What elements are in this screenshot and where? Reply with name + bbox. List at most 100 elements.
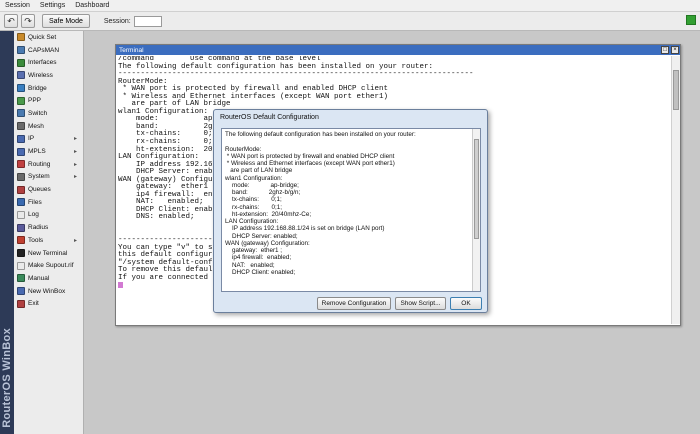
sidebar: Quick Set CAPsMAN Interfaces Wireless Bridge… bbox=[14, 31, 84, 434]
dialog-line: ht-extension: 20/40mhz-Ce; bbox=[225, 210, 312, 218]
sidebar-item-radius[interactable]: Radius bbox=[14, 221, 83, 234]
queues-icon bbox=[17, 185, 25, 194]
switch-icon bbox=[17, 109, 25, 118]
sidebar-item-routing[interactable]: Routing ▸ bbox=[14, 158, 83, 171]
sidebar-item-new-terminal[interactable]: New Terminal bbox=[14, 247, 83, 260]
sidebar-item-quick-set[interactable]: Quick Set bbox=[14, 31, 83, 44]
terminal-icon bbox=[17, 249, 25, 258]
dialog-line: * WAN port is protected by firewall and … bbox=[225, 152, 395, 160]
dialog-line: LAN Configuration: bbox=[225, 218, 279, 225]
dialog-line: RouterMode: bbox=[225, 145, 262, 153]
sidebar-item-wireless[interactable]: Wireless bbox=[14, 69, 83, 82]
dialog-line: * Wireless and Ethernet interfaces (exce… bbox=[225, 160, 395, 167]
dialog-line: band: 2ghz-b/g/n; bbox=[225, 189, 301, 196]
sidebar-item-label: System bbox=[28, 173, 50, 181]
submenu-arrow-icon: ▸ bbox=[73, 174, 77, 181]
dialog-line: tx-chains: 0;1; bbox=[225, 196, 282, 204]
sidebar-item-label: Bridge bbox=[28, 84, 47, 92]
sidebar-item-files[interactable]: Files bbox=[14, 196, 83, 209]
menu-settings[interactable]: Settings bbox=[35, 0, 70, 12]
dialog-line: DHCP Server: enabled; bbox=[225, 232, 298, 240]
sidebar-item-interfaces[interactable]: Interfaces bbox=[14, 56, 83, 69]
close-icon: × bbox=[673, 47, 677, 53]
sidebar-item-make-supout-rif[interactable]: Make Supout.rif bbox=[14, 259, 83, 272]
sidebar-item-label: Log bbox=[28, 211, 39, 219]
sidebar-item-label: Radius bbox=[28, 224, 49, 232]
log-icon bbox=[17, 210, 25, 219]
routing-icon bbox=[17, 160, 25, 169]
show-script-button[interactable]: Show Script... bbox=[395, 297, 446, 310]
sidebar-item-manual[interactable]: Manual bbox=[14, 272, 83, 285]
sidebar-item-label: New Terminal bbox=[28, 249, 68, 257]
sidebar-item-label: MPLS bbox=[28, 148, 46, 156]
ok-button[interactable]: OK bbox=[450, 297, 482, 310]
sidebar-item-label: Queues bbox=[28, 186, 51, 194]
sidebar-item-ppp[interactable]: PPP bbox=[14, 94, 83, 107]
sidebar-item-system[interactable]: System ▸ bbox=[14, 171, 83, 184]
sidebar-item-label: IP bbox=[28, 135, 35, 143]
scrollbar-thumb[interactable] bbox=[474, 139, 479, 239]
close-button[interactable]: × bbox=[671, 46, 679, 54]
ip-icon bbox=[17, 134, 25, 143]
sidebar-item-label: Files bbox=[28, 198, 42, 206]
sidebar-item-label: Manual bbox=[28, 274, 50, 282]
restore-icon: □ bbox=[663, 47, 667, 53]
sidebar-item-log[interactable]: Log bbox=[14, 209, 83, 222]
menu-session[interactable]: Session bbox=[0, 0, 35, 12]
dialog-scrollbar[interactable] bbox=[472, 129, 480, 291]
session-label: Session: bbox=[103, 17, 131, 25]
dialog-line: are part of LAN bridge bbox=[225, 167, 293, 175]
quick-set-icon bbox=[17, 33, 25, 42]
dialog-text-area[interactable]: The following default configuration has … bbox=[221, 128, 481, 292]
sidebar-item-mpls[interactable]: MPLS ▸ bbox=[14, 145, 83, 158]
ppp-icon bbox=[17, 96, 25, 105]
dialog-line: gateway: ether1 ; bbox=[225, 247, 283, 254]
wireless-icon bbox=[17, 71, 25, 80]
safe-mode-button[interactable]: Safe Mode bbox=[42, 14, 90, 28]
sidebar-item-exit[interactable]: Exit bbox=[14, 297, 83, 310]
sidebar-item-tools[interactable]: Tools ▸ bbox=[14, 234, 83, 247]
sidebar-item-mesh[interactable]: Mesh bbox=[14, 120, 83, 133]
sidebar-item-queues[interactable]: Queues bbox=[14, 183, 83, 196]
dialog-line: mode: ap-bridge; bbox=[225, 181, 299, 189]
terminal-title: Terminal bbox=[119, 46, 144, 54]
dialog-line: rx-chains: 0;1; bbox=[225, 203, 283, 211]
mpls-icon bbox=[17, 147, 25, 156]
sidebar-item-label: Wireless bbox=[28, 71, 53, 79]
scrollbar-thumb[interactable] bbox=[673, 70, 679, 110]
sidebar-item-label: Routing bbox=[28, 160, 51, 168]
dialog-line: IP address 192.168.88.1/24 is set on bri… bbox=[225, 225, 385, 233]
terminal-cursor bbox=[118, 282, 123, 289]
terminal-titlebar[interactable]: Terminal □ × bbox=[116, 45, 680, 55]
supout-icon bbox=[17, 261, 25, 270]
files-icon bbox=[17, 198, 25, 207]
sidebar-item-switch[interactable]: Switch bbox=[14, 107, 83, 120]
undo-icon: ↶ bbox=[7, 15, 15, 26]
manual-icon bbox=[17, 274, 25, 283]
remove-configuration-button[interactable]: Remove Configuration bbox=[317, 297, 391, 310]
mesh-icon bbox=[17, 122, 25, 131]
sidebar-item-new-winbox[interactable]: New WinBox bbox=[14, 285, 83, 298]
brand-text: RouterOS WinBox bbox=[1, 328, 13, 428]
session-input[interactable] bbox=[133, 15, 162, 27]
sidebar-item-ip[interactable]: IP ▸ bbox=[14, 133, 83, 146]
sidebar-item-label: Tools bbox=[28, 236, 44, 244]
undo-button[interactable]: ↶ bbox=[4, 14, 18, 28]
tools-icon bbox=[17, 236, 25, 245]
sidebar-item-label: PPP bbox=[28, 97, 42, 105]
dialog-line: DHCP Client: enabled; bbox=[225, 268, 296, 276]
interfaces-icon bbox=[17, 58, 25, 67]
menu-dashboard[interactable]: Dashboard bbox=[70, 0, 114, 12]
menu-bar: Session Settings Dashboard bbox=[0, 0, 700, 12]
restore-button[interactable]: □ bbox=[661, 46, 669, 54]
system-icon bbox=[17, 172, 25, 181]
submenu-arrow-icon: ▸ bbox=[73, 237, 77, 244]
redo-button[interactable]: ↷ bbox=[21, 14, 35, 28]
submenu-arrow-icon: ▸ bbox=[73, 161, 77, 168]
sidebar-item-capsman[interactable]: CAPsMAN bbox=[14, 44, 83, 57]
dialog-line: NAT: enabled; bbox=[225, 261, 275, 269]
sidebar-item-bridge[interactable]: Bridge bbox=[14, 82, 83, 95]
terminal-scrollbar[interactable] bbox=[671, 56, 680, 324]
sidebar-item-label: Interfaces bbox=[28, 59, 57, 67]
status-indicator-icon bbox=[686, 15, 696, 25]
